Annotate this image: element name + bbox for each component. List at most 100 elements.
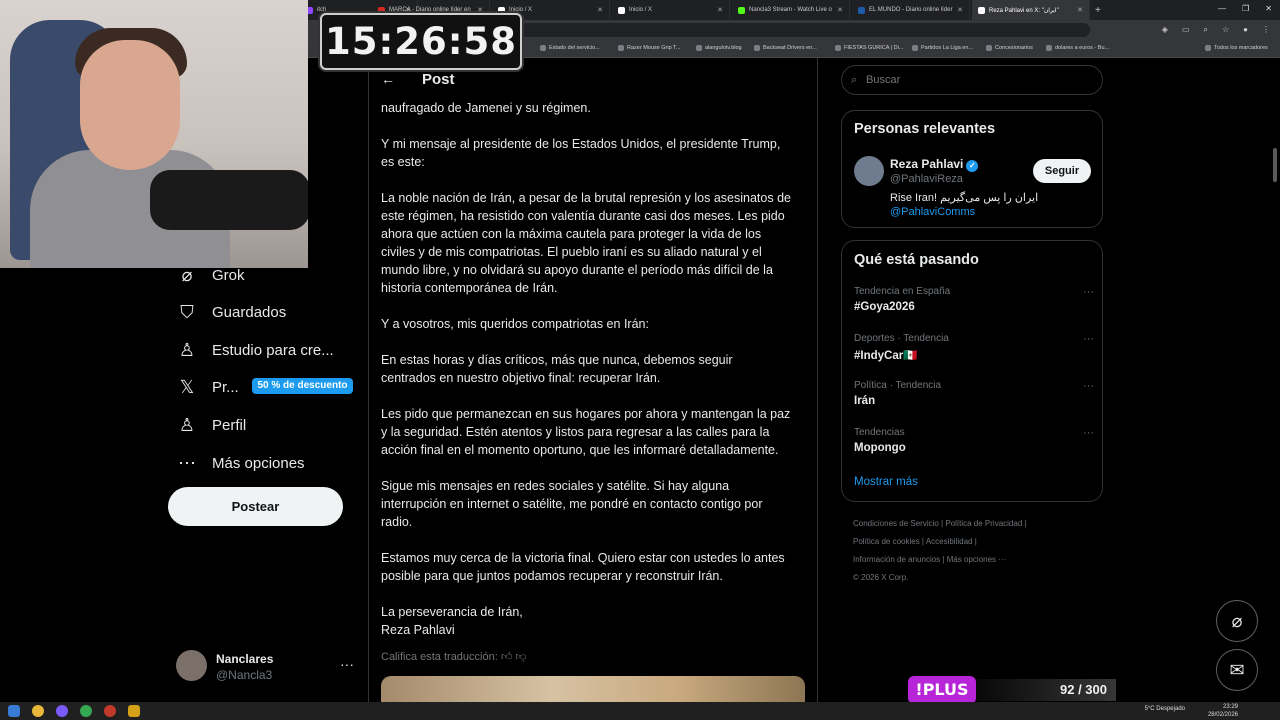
bookmark-favicon-icon [540, 45, 546, 51]
post-paragraph: Y mi mensaje al presidente de los Estado… [381, 137, 781, 169]
nav-item-label: Perfil [212, 416, 247, 434]
zoom-icon[interactable]: ⌕ [1204, 25, 1208, 35]
bookmark-item[interactable]: FIESTAS GURICA | Di... [835, 45, 903, 51]
avatar[interactable] [854, 156, 884, 186]
nav-item-más-opciones[interactable]: ⋯ Más opciones [176, 452, 305, 474]
follow-button[interactable]: Seguir [1033, 159, 1091, 183]
system-clock[interactable]: 23:29 28/02/2026 [1208, 703, 1238, 719]
bookmark-item[interactable]: Todos los marcadores [1205, 45, 1268, 51]
post-paragraph: En estas horas y días críticos, más que … [381, 353, 733, 385]
profile-avatar-icon[interactable]: ● [1243, 25, 1248, 35]
trend-item[interactable]: Tendencia en España #Goya2026 ··· [854, 286, 1094, 313]
minimize-icon[interactable]: — [1218, 4, 1226, 13]
bookmark-item[interactable]: Concesionarios [986, 45, 1033, 51]
new-tab-icon[interactable]: + [1095, 5, 1101, 16]
menu-icon[interactable]: ⋮ [1262, 25, 1270, 35]
trend-item[interactable]: Política · Tendencia Irán ··· [854, 380, 1094, 407]
app-icon[interactable] [128, 705, 140, 717]
more-icon[interactable]: ··· [340, 656, 354, 672]
more-icon[interactable]: ··· [1083, 427, 1094, 439]
bookmark-favicon-icon [912, 45, 918, 51]
nav-item-label: Grok [212, 266, 245, 284]
more-icon[interactable]: ··· [1083, 333, 1094, 345]
tab-label: Nancla3 Stream - Watch Live o [749, 7, 832, 13]
nav-item-label: Guardados [212, 303, 287, 321]
star-icon[interactable]: ☆ [1222, 25, 1229, 35]
stream-clock: 15:26:58 [320, 13, 522, 70]
nav-item-perfil[interactable]: ♙ Perfil [176, 414, 246, 436]
bookmark-item[interactable]: Backseat Drivers en... [754, 45, 817, 51]
app-icon[interactable] [56, 705, 68, 717]
tab-label: EL MUNDO - Diario online líder [869, 7, 953, 13]
show-more-link[interactable]: Mostrar más [854, 476, 918, 488]
post-media-image[interactable] [381, 676, 805, 702]
post-paragraph: Sigue mis mensajes en redes sociales y s… [381, 479, 763, 529]
more-icon[interactable]: ··· [1083, 286, 1094, 298]
footer-links[interactable]: Política de cookies | Accesibilidad | [853, 537, 977, 546]
trend-category: Tendencias [854, 427, 905, 438]
more-icon[interactable]: ··· [1083, 380, 1094, 392]
scrollbar[interactable] [1273, 148, 1277, 182]
user-handle: @PahlaviReza [890, 173, 963, 185]
bio-link[interactable]: @PahlaviComms [890, 206, 975, 218]
screen: itch ✕ MARCA - Diario online líder en ✕ Inic… [0, 0, 1280, 720]
account-switcher[interactable]: Nanclares @Nancla3 ··· [176, 650, 356, 686]
premium-discount-badge[interactable]: 50 % de descuento [252, 378, 353, 394]
bookmark-item[interactable]: alangulotv.blog [696, 45, 742, 51]
tab-close-icon[interactable]: ✕ [597, 6, 603, 14]
streamer-face [80, 40, 180, 170]
trend-category: Política · Tendencia [854, 380, 942, 391]
trend-topic: #Goya2026 [854, 301, 915, 313]
browser-tab[interactable]: Inicio / X ✕ [612, 0, 730, 20]
footer-links[interactable]: © 2026 X Corp. [853, 573, 908, 582]
system-date: 28/02/2026 [1207, 712, 1238, 718]
messages-fab-icon[interactable]: ✉ [1216, 649, 1258, 691]
thumbs-down-icon[interactable]: 👎︎ [515, 651, 526, 663]
bookmark-favicon-icon [835, 45, 841, 51]
window-controls[interactable]: — ❐ ✕ [1218, 4, 1272, 13]
bookmark-item[interactable]: Partidos La Liga en... [912, 45, 973, 51]
tab-close-icon[interactable]: ✕ [837, 6, 843, 14]
bookmark-item[interactable]: Estado del servicio... [540, 45, 600, 51]
search-input[interactable]: ⌕ Buscar [841, 65, 1103, 95]
extension-icon[interactable]: ◈ [1162, 25, 1168, 35]
url-field[interactable] [520, 23, 1090, 37]
grok-fab-icon[interactable]: ⌀ [1216, 600, 1258, 642]
nav-item-guardados[interactable]: ⛉ Guardados [176, 301, 286, 323]
post-button[interactable]: Postear [168, 487, 343, 526]
post-paragraph: Y a vosotros, mis queridos compatriotas … [381, 317, 649, 331]
windows-start-icon[interactable] [8, 705, 20, 717]
trend-item[interactable]: Tendencias Mopongo ··· [854, 427, 1094, 454]
thumbs-up-icon[interactable]: 👍︎ [501, 651, 513, 663]
maximize-icon[interactable]: ❐ [1242, 4, 1249, 13]
weather-text: 5°C Despejado [1144, 706, 1185, 712]
tab-close-icon[interactable]: ✕ [1077, 6, 1083, 14]
trend-topic: Irán [854, 395, 876, 407]
trend-topic: Mopongo [854, 442, 906, 454]
browser-tab[interactable]: Reza Pahlavi en X: "ایران" ✕ [972, 0, 1090, 20]
close-window-icon[interactable]: ✕ [1265, 4, 1272, 13]
user-name[interactable]: Reza Pahlavi ✓ [890, 157, 979, 172]
trend-item[interactable]: Deportes · Tendencia #IndyCar🇲🇽 ··· [854, 333, 1094, 362]
bookmark-label: alangulotv.blog [705, 45, 742, 51]
back-arrow-icon[interactable]: ← [381, 71, 395, 87]
creator-studio-icon: ♙ [178, 339, 196, 360]
obs-icon[interactable] [104, 705, 116, 717]
nav-item-estudio-para-cre[interactable]: ♙ Estudio para cre... [176, 339, 334, 361]
browser-tab[interactable]: EL MUNDO - Diario online líder ✕ [852, 0, 970, 20]
user-bio: Rise Iran! ایران را پس می‌گیریم [890, 192, 1039, 204]
bookmark-item[interactable]: dolares a euros - Bu... [1046, 45, 1109, 51]
tab-close-icon[interactable]: ✕ [717, 6, 723, 14]
browser-tab[interactable]: Nancla3 Stream - Watch Live o ✕ [732, 0, 850, 20]
nav-item-label: Estudio para cre... [212, 341, 334, 359]
footer-links[interactable]: Información de anuncios | Más opciones ·… [853, 555, 1006, 564]
nav-item-pr[interactable]: 𝕏 Pr... [176, 376, 239, 398]
column-divider [368, 58, 369, 720]
chrome-icon[interactable] [32, 705, 44, 717]
cast-icon[interactable]: ▭ [1182, 25, 1190, 35]
footer-links[interactable]: Condiciones de Servicio | Política de Pr… [853, 519, 1027, 528]
bookmark-item[interactable]: Razer Mouse Grip T... [618, 45, 680, 51]
tab-close-icon[interactable]: ✕ [957, 6, 963, 14]
app-icon[interactable] [80, 705, 92, 717]
weather-widget[interactable]: 5°C Despejado [1145, 706, 1185, 712]
